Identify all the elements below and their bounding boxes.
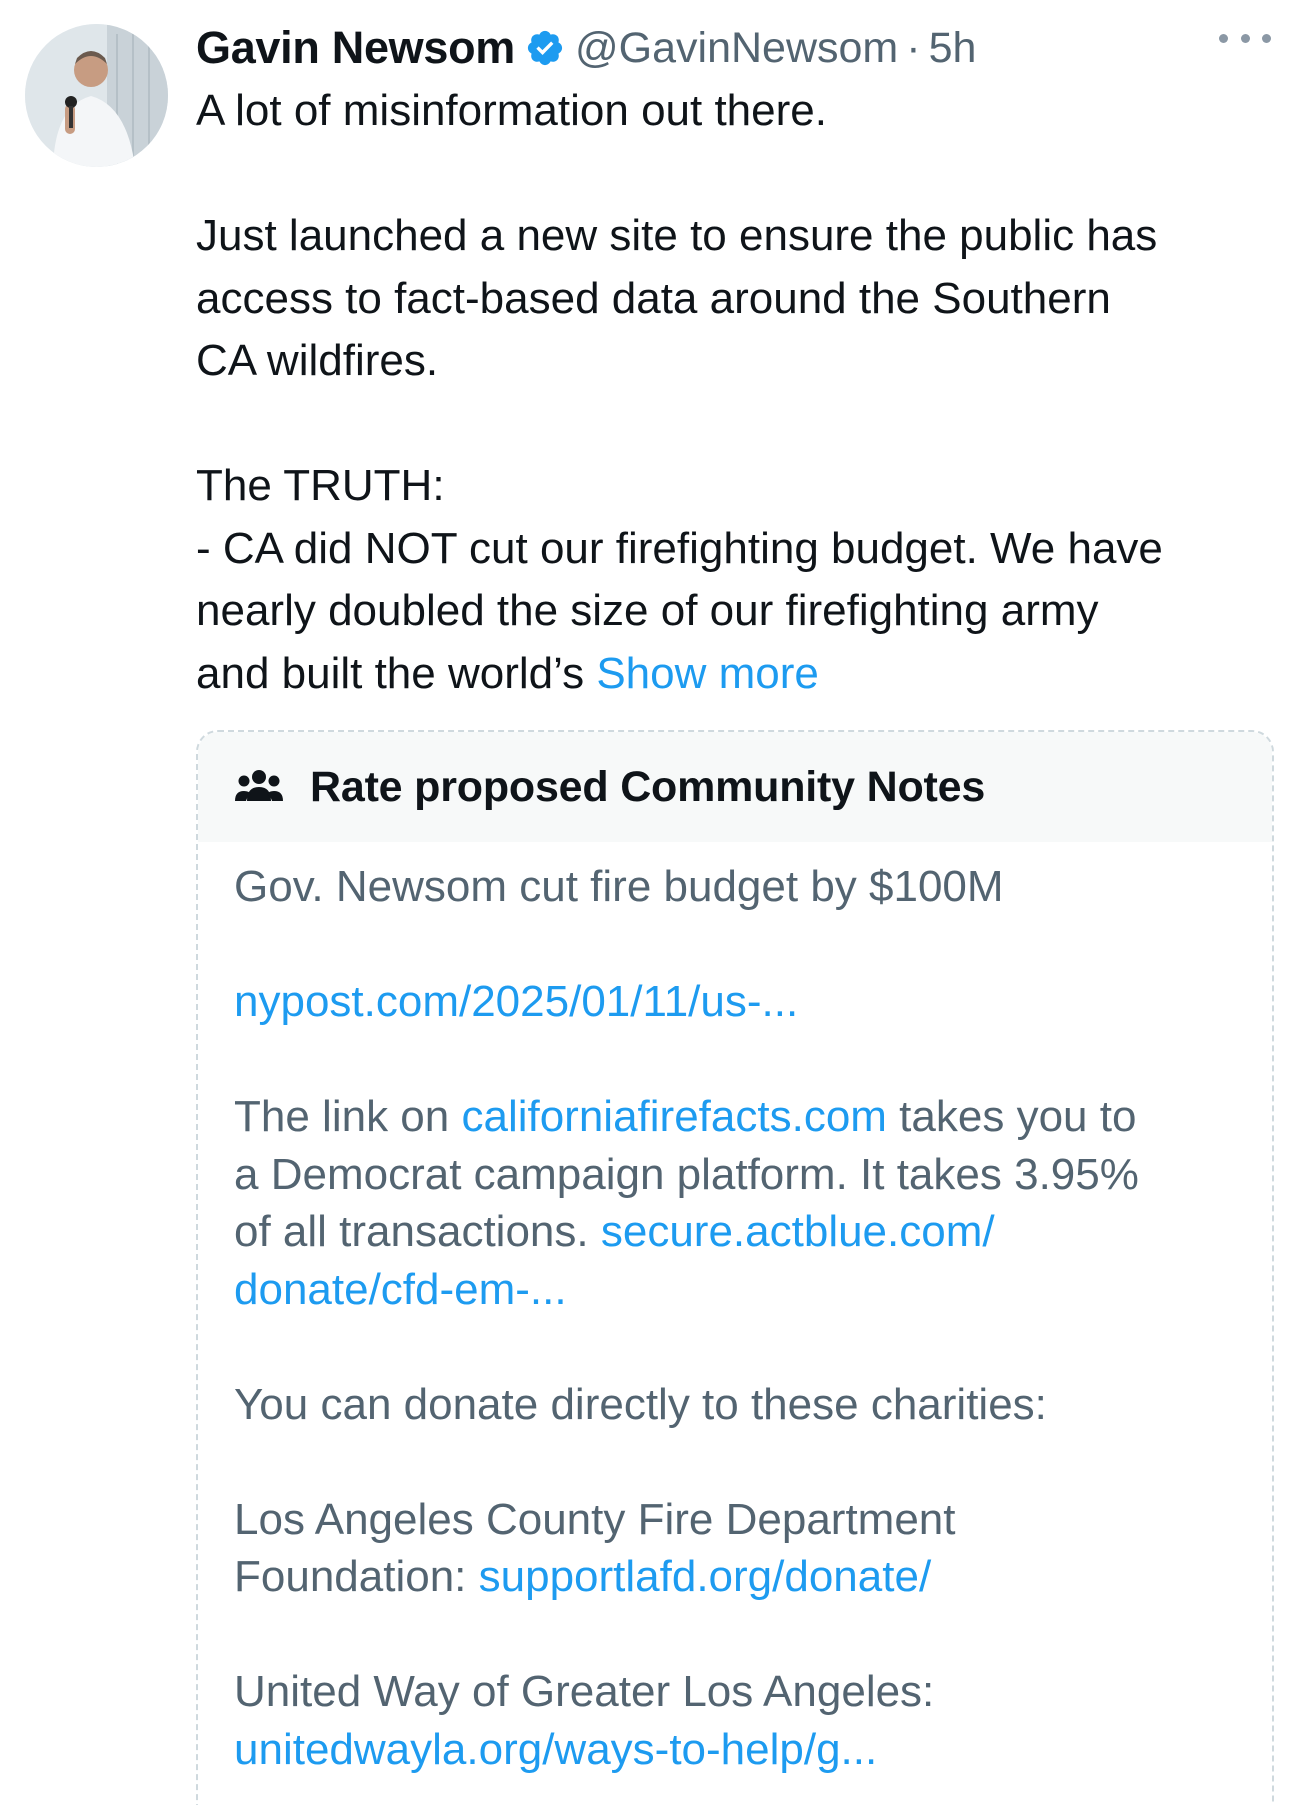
show-more-link[interactable]: Show more [596,649,819,698]
tweet-header: Gavin Newsom @GavinNewsom · 5h [196,18,1266,78]
nypost-link[interactable]: nypost.com/2025/01/11/us-... [234,977,798,1026]
unitedway-label: United Way of Greater Los Angeles: [234,1667,935,1716]
unitedway-link[interactable]: unitedwayla.org/ways-to-help/g... [234,1725,877,1774]
avatar[interactable] [25,24,168,167]
tweet-line: - CA did NOT cut our firefighting budget… [196,523,1163,573]
tweet-line: A lot of misinformation out there. [196,86,827,135]
tweet-line: The TRUTH: [196,461,445,510]
community-notes-header[interactable]: Rate proposed Community Notes [198,732,1272,842]
note-paragraph: The link on californiafirefacts.com take… [234,1088,1242,1146]
actblue-link[interactable]: secure.actblue.com/ [601,1207,995,1256]
note-text: of all transactions. [234,1207,601,1256]
avatar-photo [25,24,168,167]
tweet-line-text: and built the world’s [196,648,597,698]
author-handle[interactable]: @GavinNewsom [575,24,898,73]
supportlafd-link[interactable]: supportlafd.org/donate/ [479,1552,932,1601]
note-text: The link on [234,1092,462,1141]
community-notes-title: Rate proposed Community Notes [310,762,986,811]
note-paragraph: of all transactions. secure.actblue.com/ [234,1203,1242,1261]
note-headline: Gov. Newsom cut fire budget by $100M [234,862,1004,911]
lafd-label: Los Angeles County Fire Department [234,1494,956,1544]
actblue-link-continued[interactable]: donate/cfd-em-... [234,1265,567,1314]
header-separator: · [906,23,921,72]
note-text: a Democrat campaign platform. It takes 3… [234,1149,1139,1199]
people-group-icon [235,770,283,801]
note-paragraph: Foundation: supportlafd.org/donate/ [234,1548,1242,1606]
tweet-text: A lot of misinformation out there. Just … [196,80,1266,705]
note-text: takes you to [886,1092,1137,1141]
tweet-line: Just launched a new site to ensure the p… [196,211,1158,260]
tweet-timestamp[interactable]: 5h [929,24,977,73]
tweet-content: Gavin Newsom @GavinNewsom · 5h A lot of … [196,18,1266,705]
proposed-note: Gov. Newsom cut fire budget by $100M nyp… [198,842,1272,1778]
tweet-line-last: and built the world’s Show more [196,643,1266,706]
donate-intro: You can donate directly to these chariti… [234,1379,1047,1429]
community-notes-box[interactable]: Rate proposed Community Notes Gov. Newso… [196,730,1274,1805]
author-display-name[interactable]: Gavin Newsom [196,22,515,74]
tweet-line: nearly doubled the size of our firefight… [196,586,1099,635]
more-options-icon[interactable] [1219,30,1271,46]
californiafirefacts-link[interactable]: californiafirefacts.com [461,1092,886,1141]
tweet[interactable]: Gavin Newsom @GavinNewsom · 5h A lot of … [0,0,1289,1805]
tweet-line: CA wildfires. [196,336,439,385]
note-text: Foundation: [234,1552,479,1601]
tweet-line: access to fact-based data around the Sou… [196,273,1111,323]
verified-badge-icon[interactable] [525,28,565,68]
